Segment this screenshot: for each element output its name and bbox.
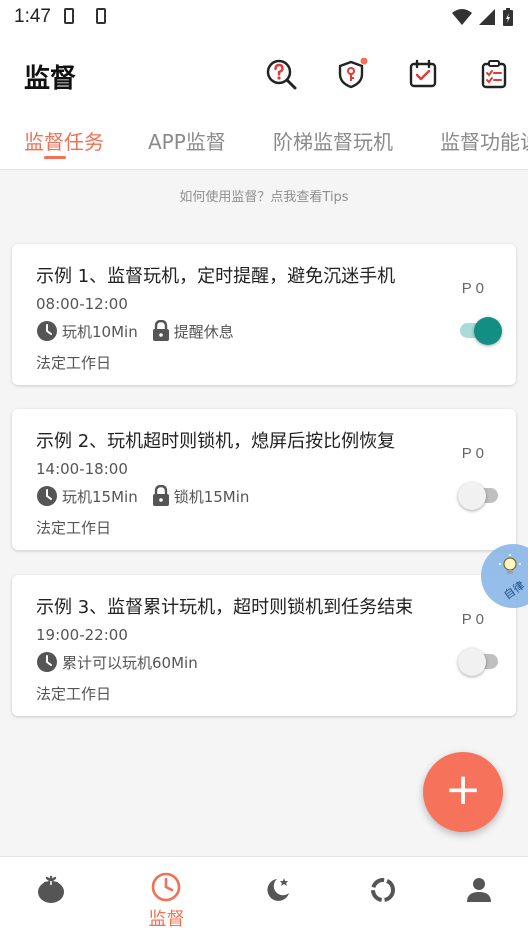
task-meta-text: 锁机15Min bbox=[173, 487, 250, 506]
lightbulb-icon bbox=[499, 554, 521, 574]
task-meta-text: 累计可以玩机60Min bbox=[62, 653, 198, 672]
tab-app-supervise[interactable]: APP监督 bbox=[148, 126, 226, 155]
moon-star-icon bbox=[267, 878, 289, 901]
tab-supervise-tasks[interactable]: 监督任务 bbox=[24, 126, 104, 155]
task-days: 法定工作日 bbox=[36, 519, 112, 537]
nav-item-profile[interactable] bbox=[428, 857, 528, 939]
task-priority: P 0 bbox=[461, 280, 484, 297]
nav-label-supervise: 监督 bbox=[148, 909, 185, 930]
nav-item-supervise[interactable]: 监督 bbox=[114, 857, 219, 939]
calendar-check-icon[interactable] bbox=[407, 58, 439, 90]
battery-icon bbox=[503, 8, 513, 26]
sim-card-icon bbox=[64, 8, 74, 24]
status-time: 1:47 bbox=[14, 6, 51, 27]
task-title: 示例 3、监督累计玩机，超时则锁机到任务结束 bbox=[36, 597, 414, 618]
tips-link[interactable]: 如何使用监督？点我查看Tips bbox=[0, 186, 528, 205]
tab-ladder-supervise[interactable]: 阶梯监督玩机 bbox=[273, 126, 393, 155]
tab-feature-help[interactable]: 监督功能说 bbox=[440, 126, 528, 155]
task-card[interactable]: 示例 2、玩机超时则锁机，熄屏后按比例恢复 14:00-18:00 玩机15Mi… bbox=[12, 409, 516, 550]
task-meta-text: 玩机10Min bbox=[62, 322, 138, 341]
task-card[interactable]: 示例 3、监督累计玩机，超时则锁机到任务结束 19:00-22:00 累计可以玩… bbox=[12, 575, 516, 716]
signal-icon bbox=[479, 9, 495, 25]
floating-tip-label: 自律 bbox=[501, 578, 528, 603]
plus-icon: + bbox=[444, 764, 482, 815]
task-meta: 玩机15Min 锁机15Min bbox=[36, 485, 263, 507]
task-enable-toggle[interactable] bbox=[458, 481, 500, 510]
task-meta-text: 玩机15Min bbox=[62, 487, 138, 506]
status-notification-icons bbox=[64, 8, 106, 24]
task-days: 法定工作日 bbox=[36, 354, 112, 372]
person-icon bbox=[467, 878, 491, 902]
task-card[interactable]: 示例 1、监督玩机，定时提醒，避免沉迷手机 08:00-12:00 玩机10Mi… bbox=[12, 244, 516, 385]
task-time-range: 19:00-22:00 bbox=[36, 626, 128, 644]
toggle-thumb bbox=[458, 648, 486, 676]
toggle-thumb bbox=[474, 317, 502, 345]
ring-chart-icon bbox=[371, 878, 395, 902]
app-bar: 监督 bbox=[0, 36, 528, 116]
task-meta-item: 玩机15Min bbox=[36, 485, 138, 507]
task-days: 法定工作日 bbox=[36, 685, 112, 703]
task-time-range: 14:00-18:00 bbox=[36, 460, 128, 478]
lock-icon bbox=[152, 320, 169, 341]
task-title: 示例 1、监督玩机，定时提醒，避免沉迷手机 bbox=[36, 266, 396, 287]
status-bar: 1:47 bbox=[0, 0, 528, 36]
task-priority: P 0 bbox=[461, 445, 484, 462]
task-meta-item: 累计可以玩机60Min bbox=[36, 651, 198, 673]
nav-item-statistics[interactable] bbox=[332, 857, 437, 939]
wifi-icon bbox=[452, 9, 472, 25]
add-task-button[interactable]: + bbox=[423, 752, 503, 832]
lock-icon bbox=[152, 485, 169, 506]
task-meta-item: 锁机15Min bbox=[152, 485, 250, 507]
task-priority: P 0 bbox=[461, 611, 484, 628]
task-title: 示例 2、玩机超时则锁机，熄屏后按比例恢复 bbox=[36, 431, 396, 452]
help-search-icon[interactable] bbox=[265, 58, 297, 90]
clock-icon bbox=[37, 486, 57, 506]
task-meta-text: 提醒休息 bbox=[173, 322, 234, 341]
task-enable-toggle[interactable] bbox=[458, 316, 502, 345]
task-meta-item: 玩机10Min bbox=[36, 320, 138, 342]
nav-item-tomato[interactable] bbox=[0, 857, 105, 939]
shield-key-icon[interactable] bbox=[336, 58, 368, 90]
tab-active-indicator bbox=[44, 156, 66, 159]
clock-icon bbox=[37, 321, 57, 341]
tomato-icon bbox=[38, 875, 64, 903]
clock-icon bbox=[37, 652, 57, 672]
nav-item-sleep[interactable] bbox=[226, 857, 331, 939]
task-meta: 累计可以玩机60Min bbox=[36, 651, 212, 673]
task-meta-item: 提醒休息 bbox=[152, 320, 234, 342]
status-system-icons bbox=[452, 7, 514, 27]
tab-bar: 监督任务 APP监督 阶梯监督玩机 监督功能说 bbox=[0, 116, 528, 170]
clipboard-list-icon[interactable] bbox=[478, 58, 510, 90]
task-enable-toggle[interactable] bbox=[458, 647, 500, 676]
clock-icon bbox=[151, 872, 181, 902]
bottom-navigation: 监督 bbox=[0, 856, 528, 939]
task-time-range: 08:00-12:00 bbox=[36, 295, 128, 313]
sim-card-icon bbox=[96, 8, 106, 24]
toggle-thumb bbox=[458, 482, 486, 510]
task-meta: 玩机10Min 提醒休息 bbox=[36, 320, 248, 342]
page-title: 监督 bbox=[24, 64, 77, 94]
